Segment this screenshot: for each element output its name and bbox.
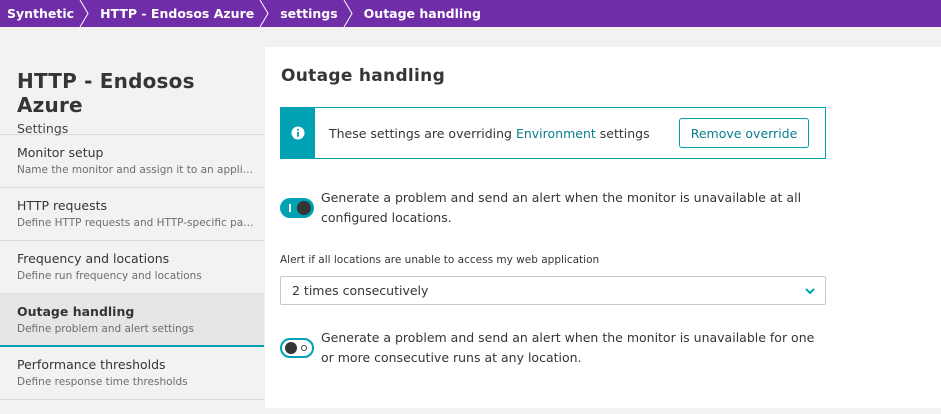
outage-handling-panel: Outage handling These settings are overr… xyxy=(265,47,941,408)
sidebar-item-desc: Define problem and alert settings xyxy=(17,323,194,335)
breadcrumb-monitor[interactable]: HTTP - Endosos Azure xyxy=(88,0,269,27)
override-info-box: These settings are overriding Environmen… xyxy=(280,107,826,159)
settings-sidebar: HTTP - Endosos Azure Settings Monitor se… xyxy=(0,47,264,414)
unavailable-any-location-toggle[interactable] xyxy=(280,338,314,358)
sidebar-item-outage-handling[interactable]: Outage handling Define problem and alert… xyxy=(0,294,264,347)
breadcrumb-settings[interactable]: settings xyxy=(268,0,353,27)
sidebar-item-desc: Define run frequency and locations xyxy=(17,270,202,282)
sidebar-item-desc: Name the monitor and assign it to an app… xyxy=(17,164,257,176)
breadcrumb-synthetic[interactable]: Synthetic xyxy=(0,0,89,27)
unavailable-all-locations-toggle[interactable] xyxy=(280,198,314,218)
unavailable-all-locations-text: Generate a problem and send an alert whe… xyxy=(321,190,802,225)
sidebar-item-label: HTTP requests xyxy=(17,198,107,213)
sidebar-item-performance-thresholds[interactable]: Performance thresholds Define response t… xyxy=(0,347,264,400)
remove-override-button[interactable]: Remove override xyxy=(679,118,809,148)
alert-threshold-label: Alert if all locations are unable to acc… xyxy=(280,254,600,266)
alert-threshold-value: 2 times consecutively xyxy=(292,283,429,298)
toggle-off-marker xyxy=(301,345,307,351)
sidebar-item-label: Monitor setup xyxy=(17,145,104,160)
page-title: Outage handling xyxy=(281,66,446,86)
monitor-title: HTTP - Endosos Azure xyxy=(17,69,195,117)
toggle-on-marker xyxy=(289,204,291,212)
chevron-down-icon xyxy=(805,288,815,295)
environment-link[interactable]: Environment xyxy=(516,126,596,141)
sidebar-item-label: Outage handling xyxy=(17,304,135,319)
sidebar-item-monitor-setup[interactable]: Monitor setup Name the monitor and assig… xyxy=(0,135,264,188)
override-info-text: These settings are overriding Environmen… xyxy=(329,126,650,141)
info-text-after: settings xyxy=(595,125,650,141)
sidebar-item-label: Performance thresholds xyxy=(17,357,166,372)
sidebar-item-http-requests[interactable]: HTTP requests Define HTTP requests and H… xyxy=(0,188,264,241)
breadcrumb-outage-handling[interactable]: Outage handling xyxy=(352,0,495,27)
breadcrumb-label: Synthetic xyxy=(7,6,75,21)
toggle-knob xyxy=(285,342,297,354)
sidebar-item-label: Frequency and locations xyxy=(17,251,170,266)
info-strip xyxy=(281,108,315,158)
sidebar-item-desc: Define response time thresholds xyxy=(17,376,188,388)
info-text-before: These settings are overriding xyxy=(329,125,516,141)
toggle-knob xyxy=(297,201,311,215)
unavailable-any-location-text: Generate a problem and send an alert whe… xyxy=(321,330,815,365)
monitor-subtitle: Settings xyxy=(17,121,69,136)
alert-threshold-select[interactable]: 2 times consecutively xyxy=(280,276,826,305)
breadcrumb-label: HTTP - Endosos Azure xyxy=(100,6,255,21)
sidebar-item-frequency-locations[interactable]: Frequency and locations Define run frequ… xyxy=(0,241,264,294)
sidebar-item-desc: Define HTTP requests and HTTP-specific p… xyxy=(17,217,257,229)
breadcrumb-label: settings xyxy=(280,6,338,21)
sidebar-header: HTTP - Endosos Azure Settings xyxy=(0,47,264,136)
info-icon xyxy=(291,126,305,140)
breadcrumb-label: Outage handling xyxy=(363,6,481,21)
breadcrumb: Synthetic HTTP - Endosos Azure settings … xyxy=(0,0,941,27)
